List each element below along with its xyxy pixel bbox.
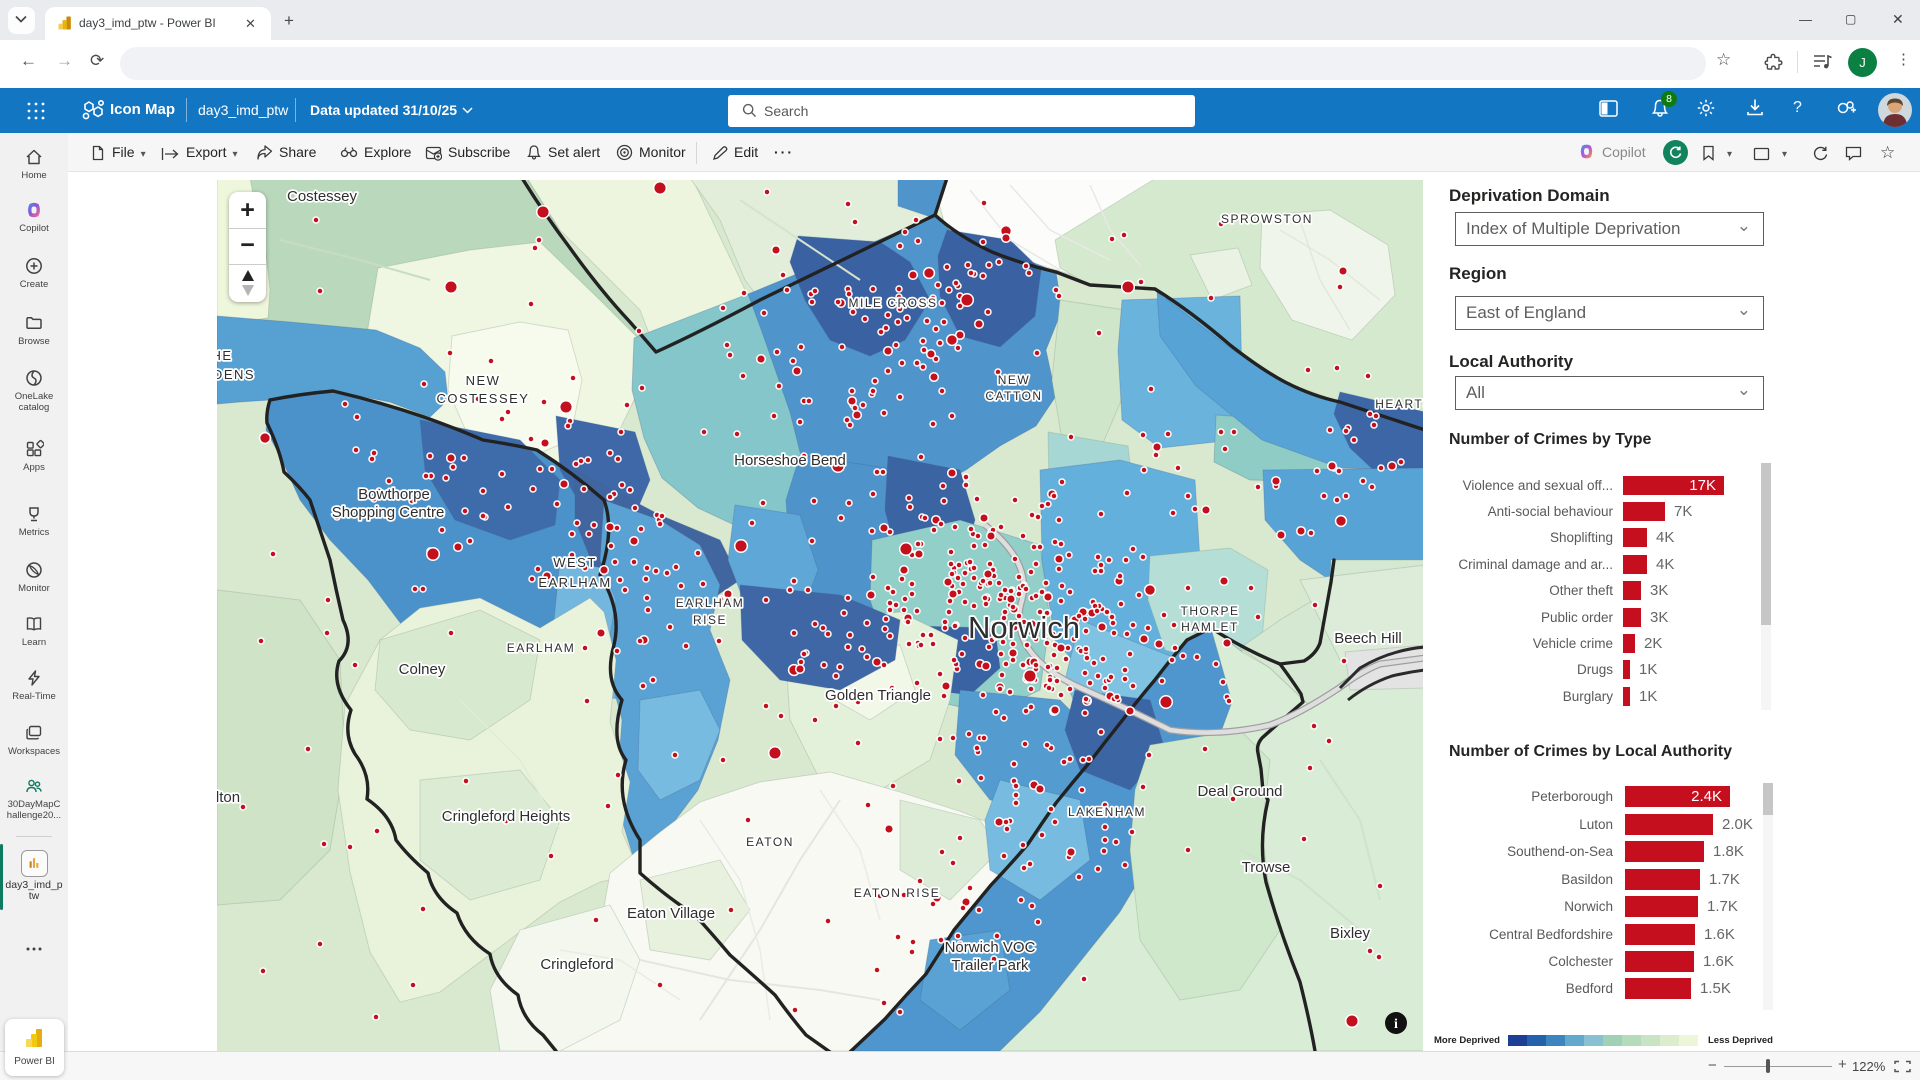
- svg-text:Bowthorpe: Bowthorpe: [358, 486, 430, 503]
- svg-text:i: i: [1394, 1017, 1398, 1032]
- svg-text:WEST: WEST: [553, 555, 597, 570]
- svg-text:HE: HE: [217, 348, 233, 363]
- svg-text:HAMLET: HAMLET: [1181, 620, 1239, 634]
- svg-text:SPROWSTON: SPROWSTON: [1221, 212, 1313, 226]
- svg-text:HEARTS: HEARTS: [1375, 397, 1423, 411]
- svg-text:EARLHAM: EARLHAM: [538, 575, 611, 590]
- svg-text:CATTON: CATTON: [985, 389, 1042, 403]
- svg-text:Cringleford: Cringleford: [540, 956, 613, 973]
- svg-text:Shopping Centre: Shopping Centre: [332, 504, 445, 521]
- svg-text:Norwich: Norwich: [968, 610, 1080, 645]
- svg-text:Norwich VOC: Norwich VOC: [945, 939, 1036, 956]
- svg-text:'DENS: 'DENS: [217, 367, 255, 382]
- svg-text:Trowse: Trowse: [1242, 859, 1291, 876]
- svg-text:Colney: Colney: [399, 661, 446, 678]
- svg-text:NEW: NEW: [998, 373, 1031, 387]
- svg-text:Golden Triangle: Golden Triangle: [825, 687, 931, 704]
- svg-text:LAKENHAM: LAKENHAM: [1068, 805, 1146, 819]
- svg-text:EARLHAM: EARLHAM: [507, 641, 576, 655]
- svg-text:Deal Ground: Deal Ground: [1197, 783, 1282, 800]
- svg-text:Costessey: Costessey: [287, 188, 358, 205]
- svg-text:lton: lton: [217, 789, 240, 806]
- svg-text:EATON RISE: EATON RISE: [854, 886, 941, 900]
- svg-text:Horseshoe Bend: Horseshoe Bend: [734, 452, 846, 469]
- svg-text:EATON: EATON: [746, 835, 794, 849]
- svg-text:EARLHAM: EARLHAM: [676, 596, 745, 610]
- svg-text:Beech Hill: Beech Hill: [1334, 630, 1402, 647]
- svg-text:RISE: RISE: [693, 613, 727, 627]
- svg-text:Trailer Park: Trailer Park: [952, 957, 1029, 974]
- svg-text:COSTESSEY: COSTESSEY: [437, 391, 530, 406]
- svg-text:THORPE: THORPE: [1180, 604, 1239, 618]
- svg-text:MILE CROSS: MILE CROSS: [848, 296, 937, 310]
- svg-text:Bixley: Bixley: [1330, 925, 1371, 942]
- svg-text:Cringleford Heights: Cringleford Heights: [442, 808, 570, 825]
- svg-text:Eaton Village: Eaton Village: [627, 905, 715, 922]
- svg-text:NEW: NEW: [466, 373, 501, 388]
